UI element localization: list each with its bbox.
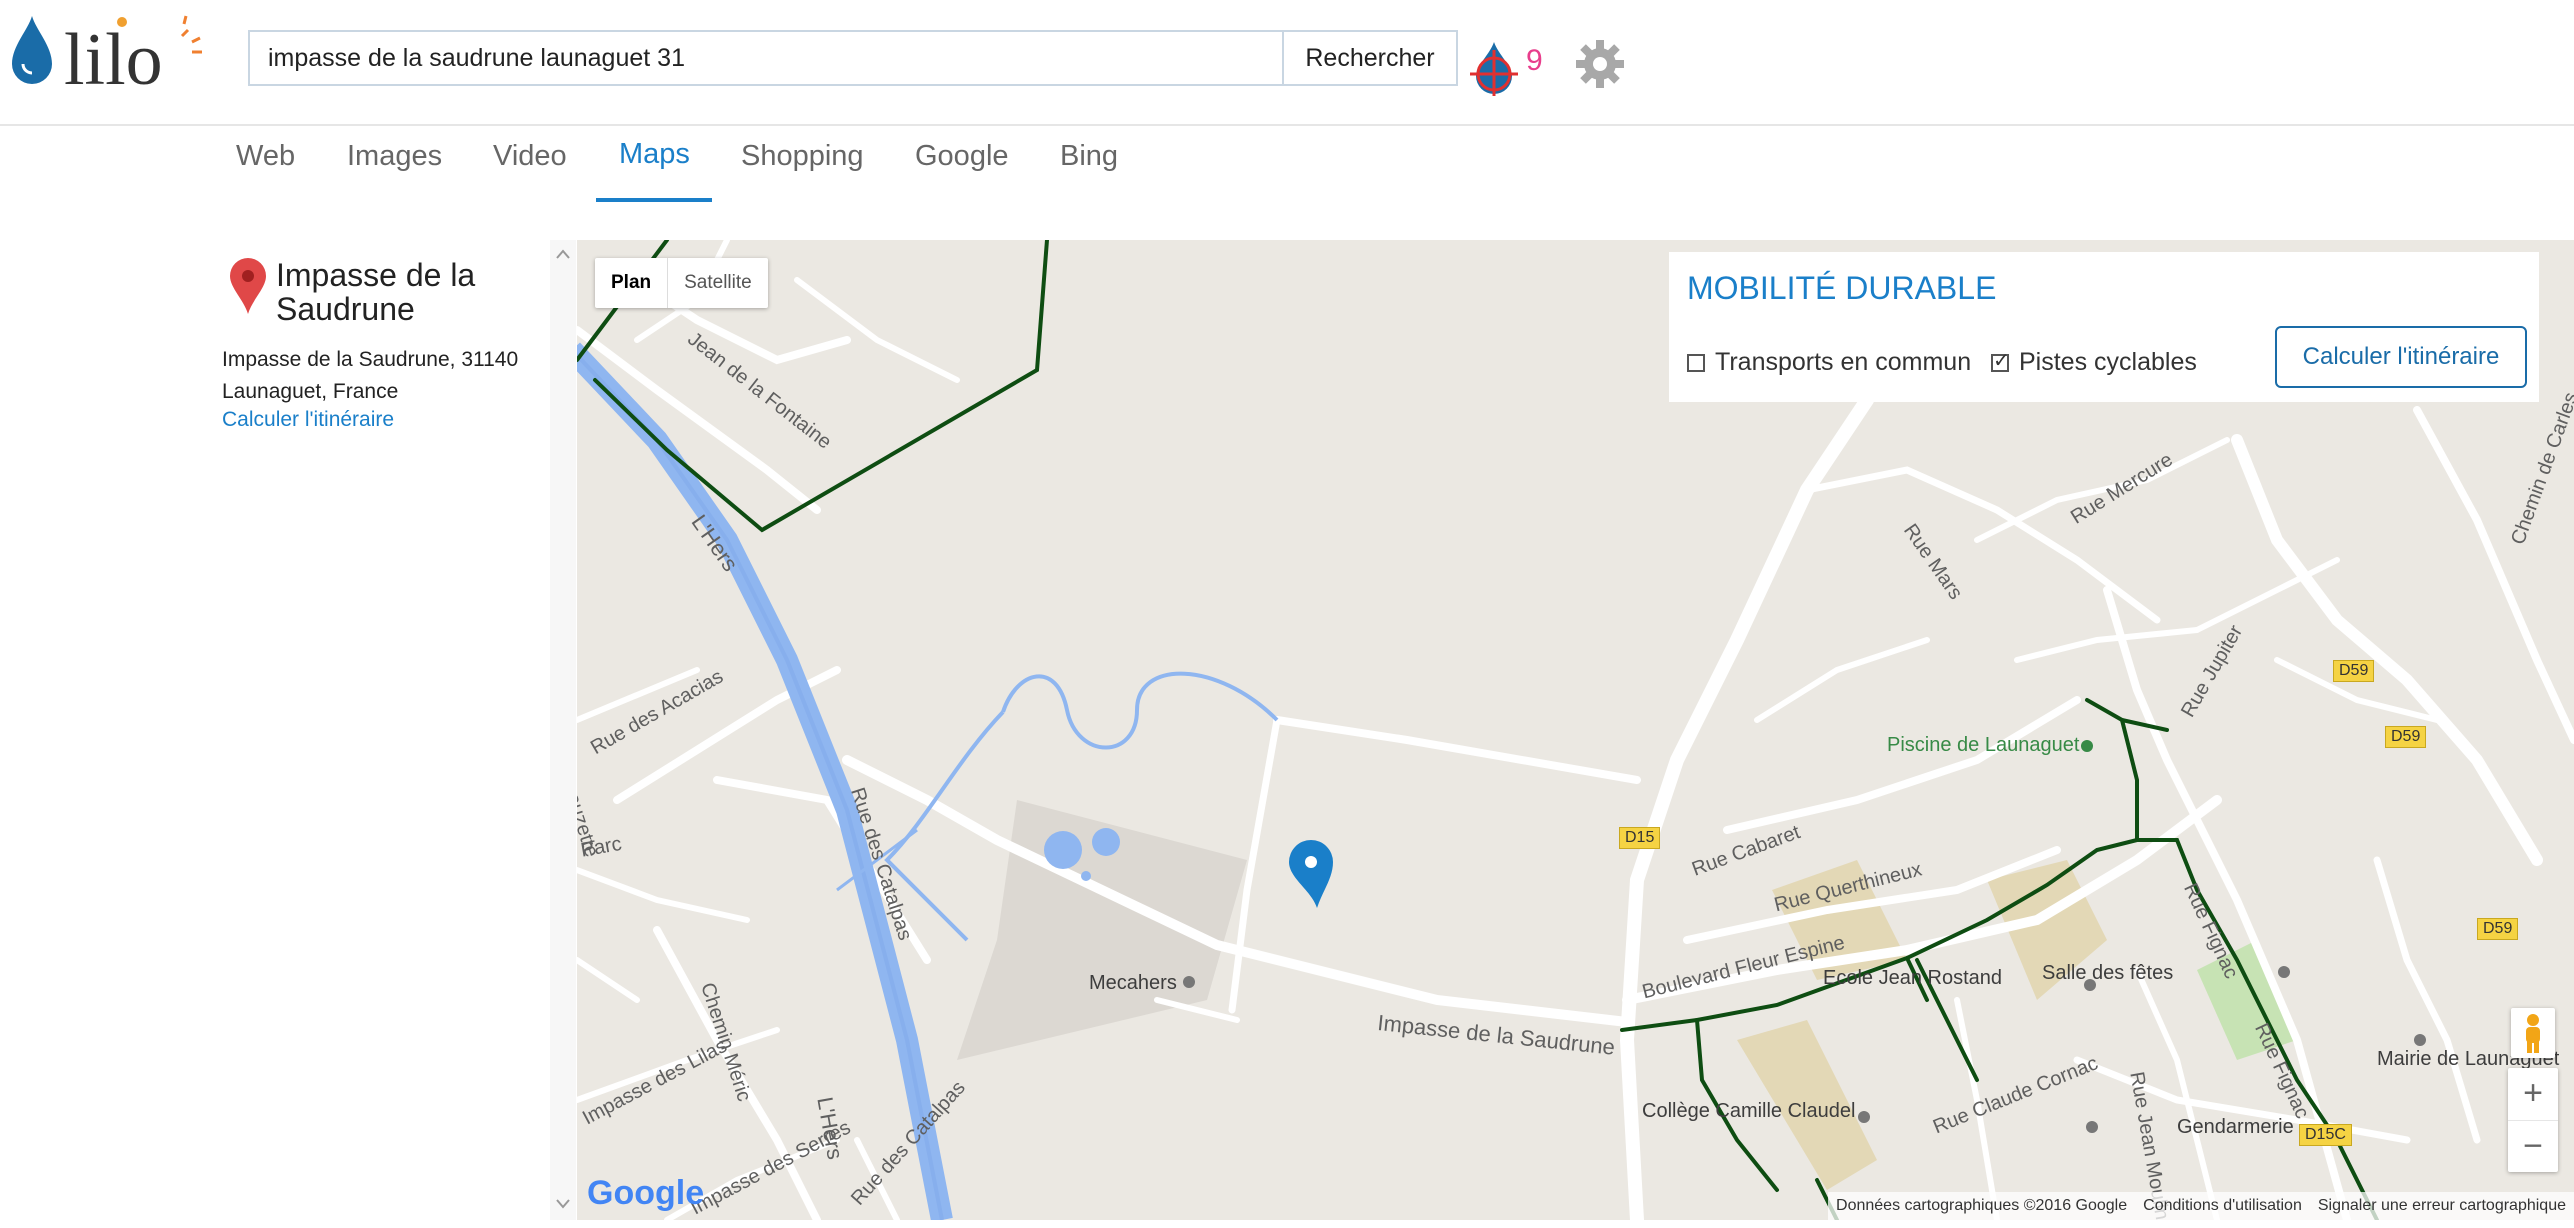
cycling-checkbox[interactable] (1991, 348, 2010, 373)
map-label-poi: Ecole Jean Rostand (1823, 967, 2003, 989)
location-marker-icon (1289, 840, 1333, 908)
cycling-label: Pistes cyclables (2019, 348, 2197, 376)
result-route-link[interactable]: Calculer l'itinéraire (222, 408, 394, 432)
tab-google[interactable]: Google (915, 140, 1009, 173)
header-divider (0, 124, 2574, 126)
drop-target-icon (1470, 42, 1518, 96)
active-tab-indicator (596, 198, 712, 202)
map-data-credit: Données cartographiques ©2016 Google (1836, 1197, 2128, 1214)
road-shield: D59 (2477, 918, 2519, 940)
lilo-logo[interactable]: lilo (6, 12, 216, 101)
search-input[interactable] (248, 30, 1282, 86)
tab-bing[interactable]: Bing (1060, 140, 1118, 173)
road-shield: D15 (1619, 827, 1661, 849)
result-title: Impasse de la Saudrune (276, 257, 476, 327)
mobility-panel: MOBILITÉ DURABLE Transports en commun Pi… (1669, 252, 2539, 402)
road-shield: D15C (2299, 1124, 2352, 1146)
zoom-out-button[interactable]: − (2508, 1120, 2558, 1173)
transports-toggle[interactable]: Transports en commun (1687, 348, 1971, 377)
cycling-toggle[interactable]: Pistes cyclables (1991, 348, 2197, 377)
map-type-plan[interactable]: Plan (595, 258, 669, 308)
result-address: Impasse de la Saudrune, 31140 Launaguet,… (222, 344, 552, 408)
address-line-2: Launaguet, France (222, 380, 399, 403)
settings-gear-icon[interactable] (1574, 38, 1626, 90)
map-label-poi: Collège Camille Claudel (1642, 1100, 1856, 1122)
transports-checkbox[interactable] (1687, 353, 1705, 372)
map-label-poi: Gendarmerie (2177, 1116, 2294, 1138)
map-view[interactable]: Jean de la Fontaine L'Hers Rue des Acaci… (577, 240, 2574, 1220)
map-label-poi: Salle des fêtes (2042, 962, 2174, 984)
svg-text:lilo: lilo (64, 19, 163, 92)
google-logo-text: Google (587, 1174, 705, 1212)
tab-web[interactable]: Web (236, 140, 295, 173)
map-attribution: Données cartographiques ©2016 Google Con… (1828, 1192, 2574, 1220)
drop-count: 9 (1526, 44, 1543, 77)
mobility-title: MOBILITÉ DURABLE (1687, 270, 1997, 306)
tab-maps[interactable]: Maps (619, 138, 690, 171)
panel-scrollbar[interactable] (550, 240, 576, 1220)
map-label-poi: Piscine de Launaguet (1887, 734, 2080, 756)
drop-counter[interactable]: 9 (1466, 36, 1556, 96)
map-type-satellite[interactable]: Satellite (668, 258, 768, 308)
tab-shopping[interactable]: Shopping (741, 140, 864, 173)
tab-images[interactable]: Images (347, 140, 442, 173)
road-shield: D59 (2333, 660, 2375, 682)
report-error-link[interactable]: Signaler une erreur cartographique (2310, 1192, 2574, 1220)
transports-label: Transports en commun (1715, 348, 1972, 376)
map-type-control: Plan Satellite (595, 258, 768, 308)
map-label-poi: Mecahers (1089, 972, 1177, 994)
google-logo[interactable]: Google (587, 1174, 704, 1213)
search-bar: Rechercher (248, 30, 1458, 86)
zoom-control: + − (2508, 1068, 2558, 1172)
street-view-pegman-icon[interactable] (2511, 1008, 2555, 1058)
map-pin-icon (228, 256, 268, 316)
search-button[interactable]: Rechercher (1282, 30, 1458, 86)
calculate-route-button[interactable]: Calculer l'itinéraire (2275, 326, 2527, 388)
tab-video[interactable]: Video (493, 140, 567, 173)
terms-link[interactable]: Conditions d'utilisation (2135, 1192, 2310, 1220)
address-line-1: Impasse de la Saudrune, 31140 (222, 348, 519, 371)
road-shield: D59 (2385, 726, 2427, 748)
zoom-in-button[interactable]: + (2508, 1068, 2558, 1120)
